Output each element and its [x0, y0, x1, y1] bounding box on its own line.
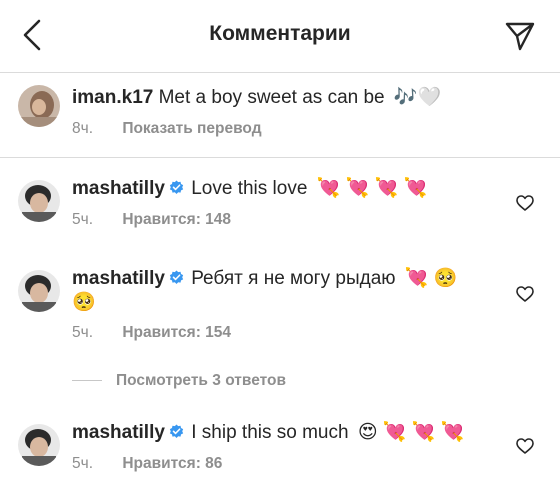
username[interactable]: iman.k17: [72, 87, 153, 108]
avatar[interactable]: [18, 424, 60, 466]
comment-meta: 5ч. Нравится: 154: [72, 324, 231, 342]
comment-emoji: 🥺: [72, 292, 96, 313]
view-replies-button[interactable]: Посмотреть 3 ответов: [72, 372, 286, 390]
verified-badge-icon: [169, 424, 184, 438]
comment-line: mashatilly Ребят я не могу рыдаю 💘 🥺: [72, 267, 457, 291]
comment-emoji: 💘 💘 💘 💘: [316, 178, 428, 199]
comment-line-wrap: 🥺: [72, 291, 96, 315]
heart-icon[interactable]: [516, 286, 534, 302]
caption-divider: [0, 157, 560, 158]
view-replies-label: Посмотреть 3 ответов: [116, 372, 286, 389]
send-icon[interactable]: [504, 20, 536, 52]
comment-line: mashatilly I ship this so much 😍 💘 💘 💘: [72, 421, 464, 445]
username[interactable]: mashatilly: [72, 268, 165, 289]
heart-icon[interactable]: [516, 438, 534, 454]
header-divider: [0, 72, 560, 73]
heart-icon[interactable]: [516, 195, 534, 211]
username[interactable]: mashatilly: [72, 422, 165, 443]
timestamp: 5ч.: [72, 211, 94, 228]
comment-text: Love this love: [191, 178, 308, 199]
timestamp: 5ч.: [72, 455, 94, 472]
comment-line: mashatilly Love this love 💘 💘 💘 💘: [72, 177, 427, 201]
replies-divider: [72, 380, 102, 382]
timestamp: 5ч.: [72, 324, 94, 341]
verified-badge-icon: [169, 270, 184, 284]
likes-count[interactable]: Нравится: 148: [122, 211, 231, 228]
username[interactable]: mashatilly: [72, 178, 165, 199]
verified-badge-icon: [169, 180, 184, 194]
avatar[interactable]: [18, 270, 60, 312]
likes-count[interactable]: Нравится: 154: [122, 324, 231, 341]
translate-button[interactable]: Показать перевод: [122, 120, 261, 137]
comment-text: Ребят я не могу рыдаю: [191, 268, 396, 289]
page-title: Комментарии: [209, 22, 351, 45]
header: Комментарии: [0, 0, 560, 72]
timestamp: 8ч.: [72, 120, 94, 137]
comment-emoji: 🎶🤍: [393, 87, 442, 108]
comment-text: Met a boy sweet as can be: [158, 87, 385, 108]
comment-text: I ship this so much: [191, 422, 349, 443]
comment-emoji: 💘 🥺: [404, 268, 458, 289]
avatar[interactable]: [18, 180, 60, 222]
likes-count[interactable]: Нравится: 86: [122, 455, 222, 472]
comment-meta: 5ч. Нравится: 86: [72, 455, 222, 473]
caption-text: iman.k17 Met a boy sweet as can be 🎶🤍: [72, 86, 441, 110]
comment-emoji: 😍 💘 💘 💘: [357, 422, 465, 443]
caption-meta: 8ч. Показать перевод: [72, 120, 262, 138]
avatar[interactable]: [18, 85, 60, 127]
comment-meta: 5ч. Нравится: 148: [72, 211, 231, 229]
